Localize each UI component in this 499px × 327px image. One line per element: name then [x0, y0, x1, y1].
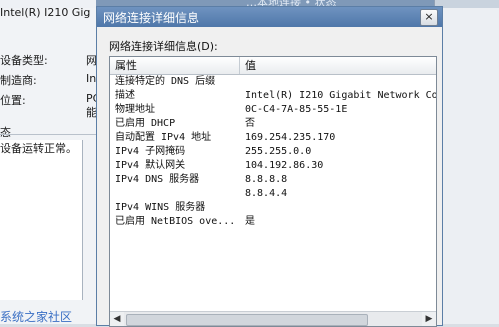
list-row[interactable]: 自动配置 IPv4 地址 169.254.235.170: [110, 131, 436, 145]
list-row[interactable]: IPv4 子网掩码 255.255.0.0: [110, 145, 436, 159]
property-cell: IPv4 WINS 服务器: [115, 202, 206, 213]
list-row[interactable]: IPv4 WINS 服务器: [110, 201, 436, 215]
column-header-value[interactable]: 值: [240, 57, 436, 74]
dialog-titlebar: 网络连接详细信息 ×: [97, 7, 442, 27]
value-cell: Intel(R) I210 Gigabit Network Con: [245, 90, 436, 101]
value-cell: 8.8.8.8: [245, 174, 288, 185]
device-type-label: 设备类型:: [0, 54, 48, 67]
device-status-text: 设备运转正常。: [0, 142, 77, 155]
value-cell: 是: [245, 216, 255, 227]
property-cell: 描述: [115, 90, 135, 101]
property-cell: IPv4 子网掩码: [115, 146, 186, 157]
list-body: 连接特定的 DNS 后缀 描述 Intel(R) I210 Gigabit Ne…: [110, 75, 436, 311]
details-list-caption: 网络连接详细信息(D):: [109, 40, 218, 53]
property-cell: [115, 187, 240, 201]
list-row[interactable]: IPv4 DNS 服务器 8.8.8.8: [110, 173, 436, 187]
list-row[interactable]: 8.8.4.4: [110, 187, 436, 201]
value-cell: 255.255.0.0: [245, 146, 312, 157]
scroll-thumb[interactable]: [126, 314, 368, 326]
value-cell: 8.8.4.4: [245, 188, 288, 199]
list-header: 属性 值: [110, 57, 436, 75]
value-cell: 否: [245, 118, 255, 129]
watermark-text: 系统之家社区: [0, 310, 73, 324]
background-close-area: [434, 0, 499, 8]
property-cell: 自动配置 IPv4 地址: [115, 132, 212, 143]
property-cell: 连接特定的 DNS 后缀: [115, 76, 216, 87]
value-cell: [245, 75, 436, 89]
value-cell: 104.192.86.30: [245, 160, 324, 171]
property-cell: IPv4 DNS 服务器: [115, 174, 200, 185]
status-group-divider: [0, 134, 96, 135]
property-cell: 已启用 DHCP: [115, 118, 176, 129]
list-row[interactable]: 已启用 NetBIOS ove... 是: [110, 215, 436, 229]
list-row[interactable]: IPv4 默认网关 104.192.86.30: [110, 159, 436, 173]
property-cell: 已启用 NetBIOS ove...: [115, 216, 236, 227]
network-details-dialog: 网络连接详细信息 × 网络连接详细信息(D): 属性 值 连接特定的 DNS 后…: [96, 6, 443, 327]
details-list[interactable]: 属性 值 连接特定的 DNS 后缀 描述 Intel(R) I210 Gigab…: [109, 56, 437, 327]
value-cell: [245, 201, 436, 215]
status-group-label: 态: [0, 126, 11, 139]
manufacturer-value: In: [86, 72, 97, 85]
list-row[interactable]: 物理地址 0C-C4-7A-85-55-1E: [110, 103, 436, 117]
close-button[interactable]: ×: [420, 9, 438, 26]
adapter-title: Intel(R) I210 Gig: [0, 6, 91, 19]
property-cell: 物理地址: [115, 104, 155, 115]
value-cell: 0C-C4-7A-85-55-1E: [245, 104, 348, 115]
list-row[interactable]: 连接特定的 DNS 后缀: [110, 75, 436, 89]
manufacturer-label: 制造商:: [0, 74, 37, 87]
value-cell: 169.254.235.170: [245, 132, 336, 143]
property-cell: IPv4 默认网关: [115, 160, 186, 171]
list-row[interactable]: 已启用 DHCP 否: [110, 117, 436, 131]
device-status-box: 设备运转正常。: [0, 140, 83, 300]
location-label: 位置:: [0, 94, 26, 107]
background-right-edge: [442, 8, 499, 324]
column-header-property[interactable]: 属性: [110, 57, 240, 74]
list-row[interactable]: 描述 Intel(R) I210 Gigabit Network Con: [110, 89, 436, 103]
dialog-title: 网络连接详细信息: [103, 11, 200, 25]
